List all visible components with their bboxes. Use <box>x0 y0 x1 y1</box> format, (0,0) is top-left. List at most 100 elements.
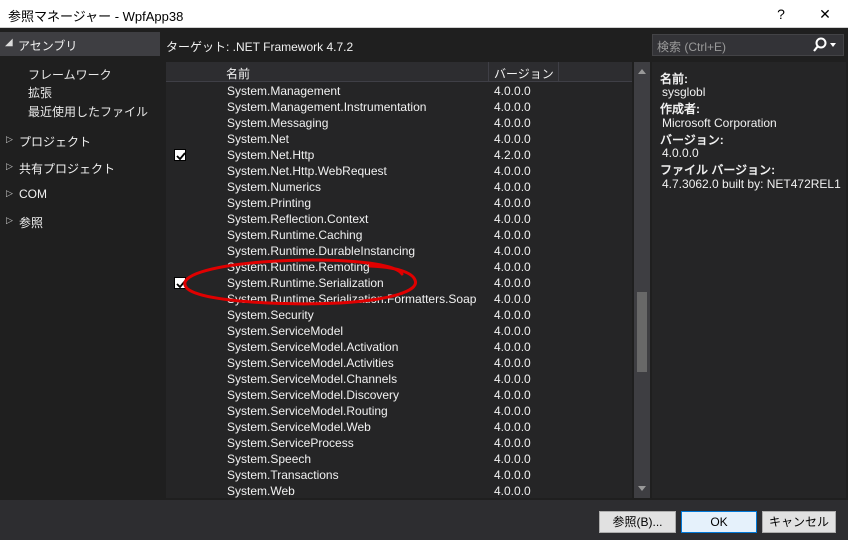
row-version: 4.0.0.0 <box>494 452 531 466</box>
row-version: 4.0.0.0 <box>494 308 531 322</box>
list-row[interactable]: System.Net 4.0.0.0 <box>166 131 632 147</box>
row-version: 4.0.0.0 <box>494 468 531 482</box>
list-row[interactable]: System.Runtime.Remoting 4.0.0.0 <box>166 259 632 275</box>
row-version: 4.0.0.0 <box>494 180 531 194</box>
row-name: System.Numerics <box>227 180 322 194</box>
list-row[interactable]: System.Net.Http 4.2.0.0 <box>166 147 632 163</box>
nav-item-browse[interactable]: ▷ 参照 <box>0 212 160 232</box>
nav-item-shared-projects[interactable]: ▷ 共有プロジェクト <box>0 158 160 178</box>
column-header-version[interactable]: バージョン <box>494 65 554 82</box>
detail-author-value: Microsoft Corporation <box>662 116 777 130</box>
browse-button[interactable]: 参照(B)... <box>599 511 676 533</box>
column-header-name[interactable]: 名前 <box>226 65 250 82</box>
nav-item-projects[interactable]: ▷ プロジェクト <box>0 131 160 151</box>
list-row[interactable]: System.Web 4.0.0.0 <box>166 483 632 498</box>
row-name: System.Management <box>227 84 341 98</box>
row-name: System.Runtime.Caching <box>227 228 363 242</box>
list-row[interactable]: System.Management.Instrumentation 4.0.0.0 <box>166 99 632 115</box>
row-version: 4.0.0.0 <box>494 436 531 450</box>
detail-version-value: 4.0.0.0 <box>662 146 699 160</box>
help-button[interactable]: ? <box>766 3 796 25</box>
row-version: 4.0.0.0 <box>494 116 531 130</box>
collapsed-arrow-icon: ▷ <box>6 161 13 171</box>
nav-sub-framework[interactable]: フレームワーク <box>28 66 112 83</box>
row-version: 4.0.0.0 <box>494 228 531 242</box>
row-version: 4.0.0.0 <box>494 340 531 354</box>
detail-name-value: sysglobl <box>662 85 706 99</box>
row-name: System.Net.Http.WebRequest <box>227 164 387 178</box>
search-placeholder: 検索 (Ctrl+E) <box>657 40 727 54</box>
nav-sub-recent[interactable]: 最近使用したファイル <box>28 103 148 120</box>
row-name: System.Management.Instrumentation <box>227 100 427 114</box>
cancel-button[interactable]: キャンセル <box>762 511 836 533</box>
list-row[interactable]: System.ServiceModel.Routing 4.0.0.0 <box>166 403 632 419</box>
row-name: System.ServiceModel.Discovery <box>227 388 400 402</box>
list-row[interactable]: System.ServiceModel 4.0.0.0 <box>166 323 632 339</box>
list-row[interactable]: System.Printing 4.0.0.0 <box>166 195 632 211</box>
row-version: 4.0.0.0 <box>494 292 531 306</box>
row-name: System.ServiceModel <box>227 324 344 338</box>
row-version: 4.0.0.0 <box>494 84 531 98</box>
checkbox-checked-icon[interactable] <box>174 277 186 289</box>
list-row[interactable]: System.ServiceModel.Web 4.0.0.0 <box>166 419 632 435</box>
list-row[interactable]: System.Net.Http.WebRequest 4.0.0.0 <box>166 163 632 179</box>
search-box[interactable]: 検索 (Ctrl+E) <box>652 34 844 56</box>
details-panel: 名前: sysglobl 作成者: Microsoft Corporation … <box>652 62 846 498</box>
list-row[interactable]: System.ServiceModel.Discovery 4.0.0.0 <box>166 387 632 403</box>
list-row[interactable]: System.Runtime.Serialization 4.0.0.0 <box>166 275 632 291</box>
nav-item-assemblies[interactable]: ◢ アセンブリ <box>0 32 160 56</box>
row-name: System.ServiceModel.Web <box>227 420 371 434</box>
checkbox-checked-icon[interactable] <box>174 149 186 161</box>
row-name: System.Runtime.Remoting <box>227 260 370 274</box>
row-version: 4.0.0.0 <box>494 244 531 258</box>
scrollbar-thumb[interactable] <box>637 292 647 372</box>
row-name: System.Web <box>227 484 295 498</box>
nav-item-com[interactable]: ▷ COM <box>0 185 160 205</box>
row-name: System.ServiceModel.Activities <box>227 356 394 370</box>
collapsed-arrow-icon: ▷ <box>6 215 13 225</box>
list-row[interactable]: System.ServiceModel.Channels 4.0.0.0 <box>166 371 632 387</box>
list-row[interactable]: System.Runtime.DurableInstancing 4.0.0.0 <box>166 243 632 259</box>
row-version: 4.0.0.0 <box>494 100 531 114</box>
row-name: System.ServiceProcess <box>227 436 354 450</box>
nav-label-projects: プロジェクト <box>19 135 92 149</box>
list-row[interactable]: System.Transactions 4.0.0.0 <box>166 467 632 483</box>
row-version: 4.2.0.0 <box>494 148 531 162</box>
nav-label-assemblies: アセンブリ <box>18 39 78 53</box>
row-version: 4.0.0.0 <box>494 276 531 290</box>
sidebar: ◢ アセンブリ フレームワーク 拡張 最近使用したファイル ▷ プロジェクト ▷… <box>0 28 160 500</box>
list-row[interactable]: System.Runtime.Caching 4.0.0.0 <box>166 227 632 243</box>
scroll-up-icon[interactable] <box>634 64 650 78</box>
row-name: System.Runtime.Serialization <box>227 276 384 290</box>
list-row[interactable]: System.ServiceProcess 4.0.0.0 <box>166 435 632 451</box>
list-row[interactable]: System.Runtime.Serialization.Formatters.… <box>166 291 632 307</box>
detail-file-version-value: 4.7.3062.0 built by: NET472REL1 <box>662 177 841 191</box>
list-row[interactable]: System.Messaging 4.0.0.0 <box>166 115 632 131</box>
list-row[interactable]: System.Security 4.0.0.0 <box>166 307 632 323</box>
list-header: 名前 バージョン <box>166 62 632 82</box>
search-icon[interactable] <box>809 36 839 54</box>
row-name: System.ServiceModel.Channels <box>227 372 398 386</box>
list-row[interactable]: System.Speech 4.0.0.0 <box>166 451 632 467</box>
window-title: 参照マネージャー - WpfApp38 <box>8 9 184 24</box>
ok-button[interactable]: OK <box>681 511 757 533</box>
list-row[interactable]: System.Management 4.0.0.0 <box>166 83 632 99</box>
nav-label-browse: 参照 <box>19 216 44 230</box>
list-row[interactable]: System.Reflection.Context 4.0.0.0 <box>166 211 632 227</box>
row-version: 4.0.0.0 <box>494 420 531 434</box>
nav-label-com: COM <box>19 187 47 201</box>
scroll-down-icon[interactable] <box>634 482 650 496</box>
collapsed-arrow-icon: ▷ <box>6 134 13 144</box>
row-name: System.ServiceModel.Activation <box>227 340 399 354</box>
column-divider[interactable] <box>558 62 559 82</box>
list-row[interactable]: System.ServiceModel.Activation 4.0.0.0 <box>166 339 632 355</box>
list-row[interactable]: System.Numerics 4.0.0.0 <box>166 179 632 195</box>
title-bar: 参照マネージャー - WpfApp38 ? ✕ <box>0 0 848 28</box>
column-divider[interactable] <box>488 62 489 82</box>
list-scrollbar[interactable] <box>634 62 650 498</box>
row-name: System.Runtime.Serialization.Formatters.… <box>227 292 477 306</box>
nav-sub-extensions[interactable]: 拡張 <box>28 84 52 101</box>
list-row[interactable]: System.ServiceModel.Activities 4.0.0.0 <box>166 355 632 371</box>
close-button[interactable]: ✕ <box>810 3 840 25</box>
row-name: System.Security <box>227 308 314 322</box>
